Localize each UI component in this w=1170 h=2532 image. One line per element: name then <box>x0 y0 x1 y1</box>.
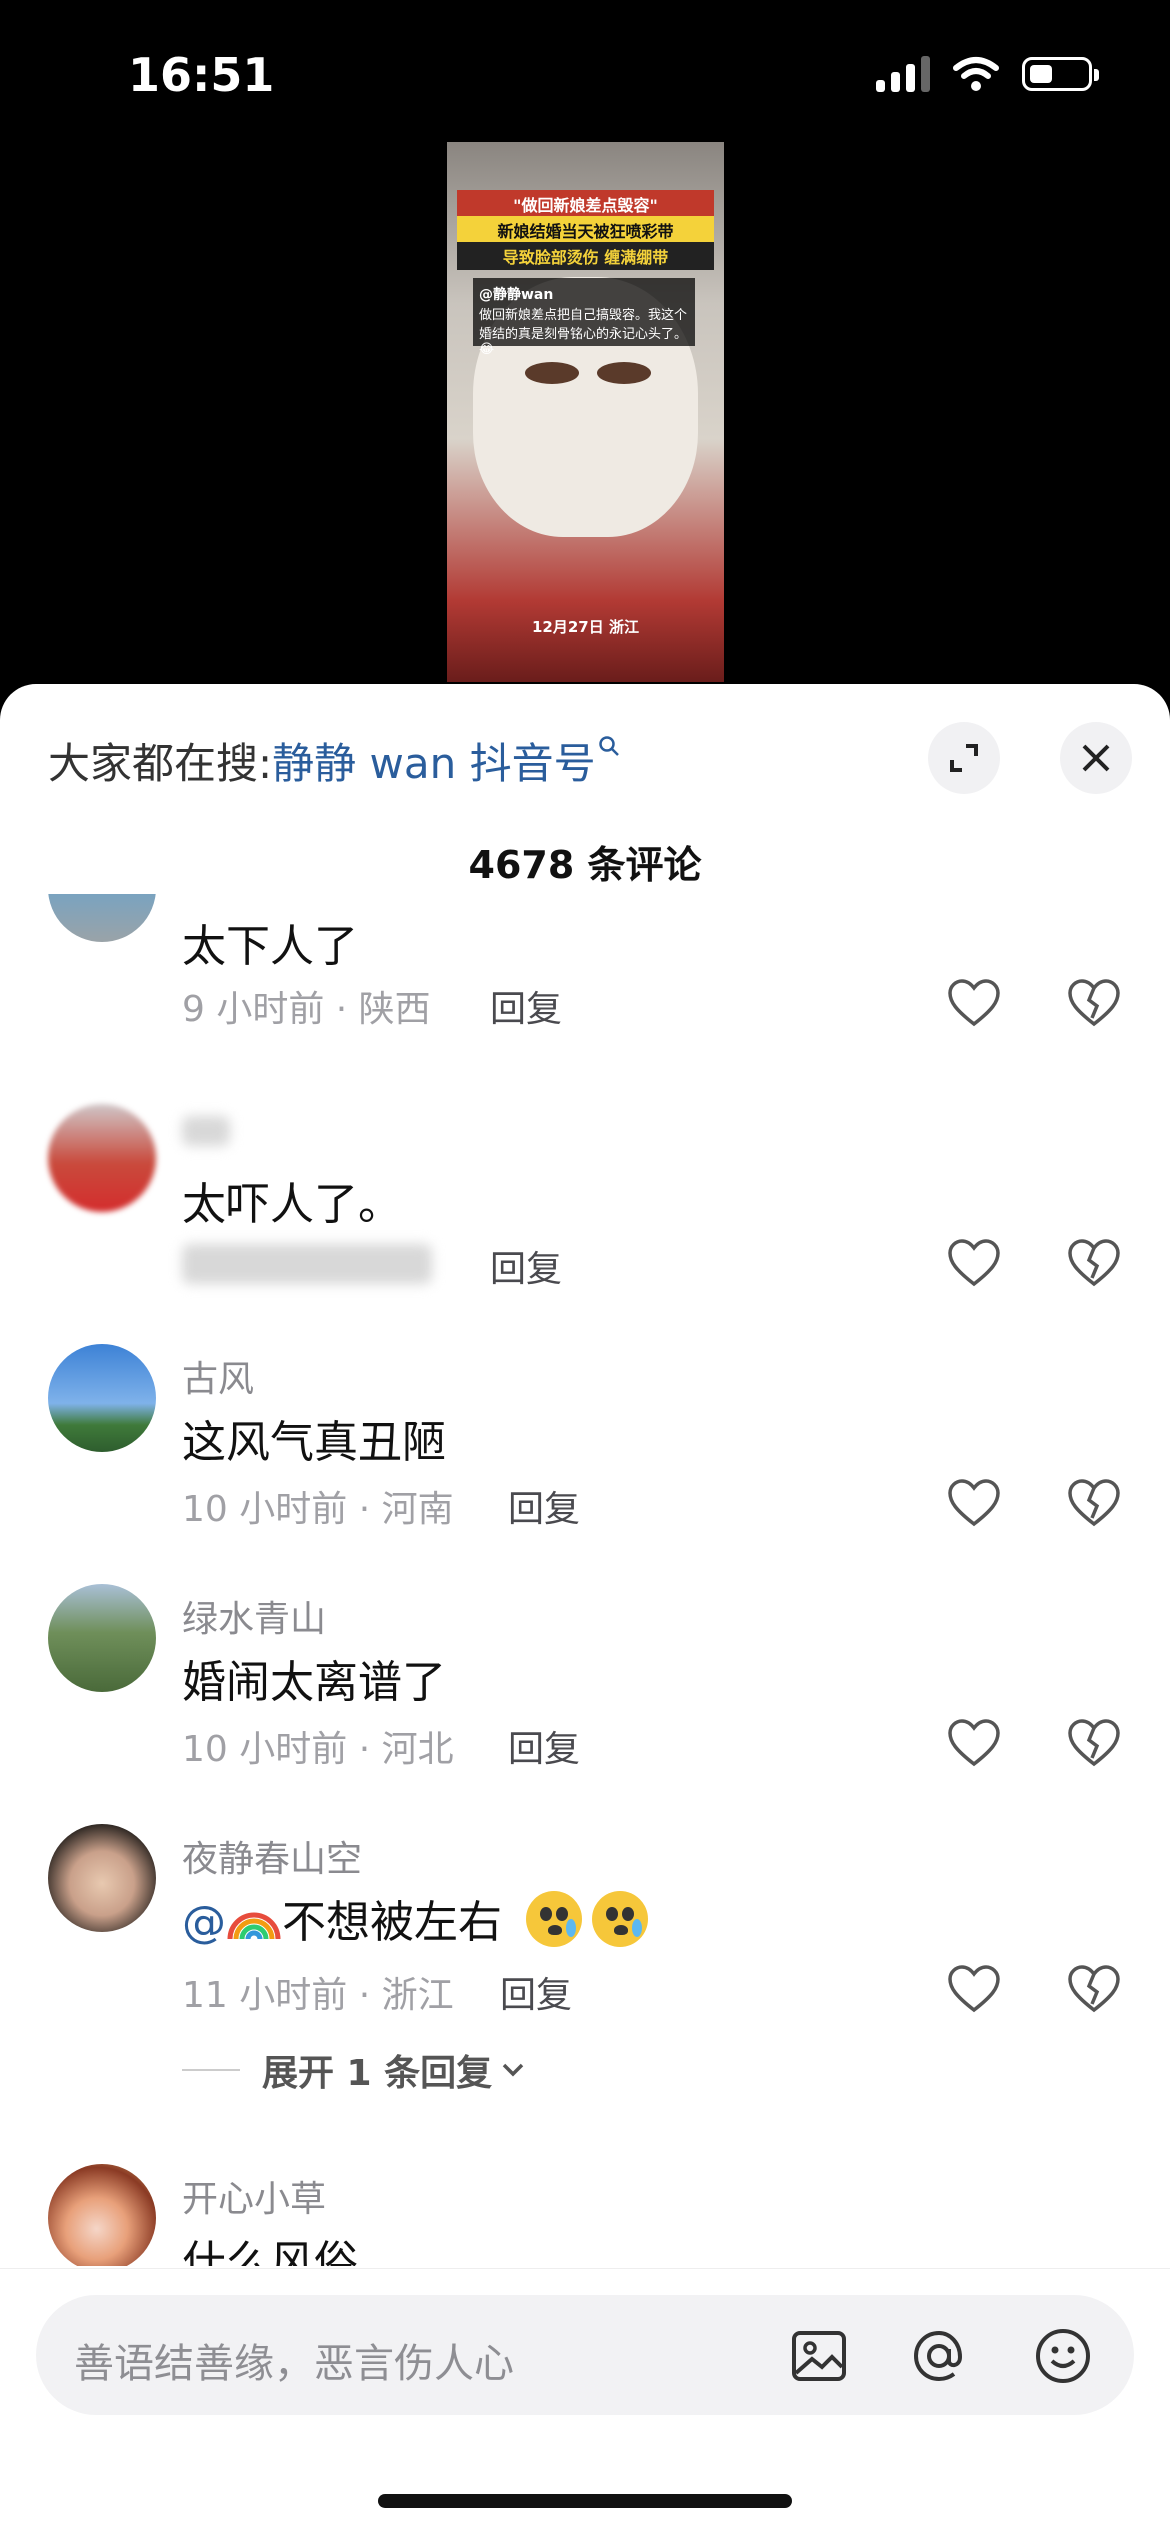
wifi-icon <box>953 57 999 91</box>
video-caption-title: "做回新娘差点毁容" <box>457 190 714 218</box>
comment-text: @ 不想被左右 <box>182 1886 648 1950</box>
reply-button[interactable]: 回复 <box>508 1480 580 1532</box>
battery-icon <box>1022 57 1099 91</box>
broken-heart-icon[interactable] <box>1066 1964 1122 2014</box>
video-player[interactable]: "做回新娘差点毁容" 新娘结婚当天被狂喷彩带 导致脸部烫伤 缠满绷带 @静静wa… <box>447 142 724 682</box>
image-icon[interactable] <box>788 2325 850 2387</box>
username[interactable]: 夜静春山空 <box>182 1830 362 1882</box>
video-post-box: @静静wan 做回新娘差点把自己搞毁容。我这个婚结的真是刻骨铭心的永记心头了。😂 <box>473 278 695 357</box>
comment-time-location: 9 小时前 · 陕西 <box>182 989 431 1030</box>
search-prefix: 大家都在搜: <box>48 739 273 788</box>
heart-icon[interactable] <box>946 978 1002 1028</box>
video-post-user: @静静wan <box>479 287 554 303</box>
close-button[interactable] <box>1060 722 1132 794</box>
comment-sheet: 大家都在搜: 静静 wan 抖音号 4678 条评论 太下人了 9 小时前 · … <box>0 684 1170 2532</box>
username-redacted <box>182 1116 230 1146</box>
comment-time-location: 10 小时前 · 河南 <box>182 1489 454 1530</box>
comment-text: 太吓人了。 <box>182 1179 402 1230</box>
crying-face-emoji <box>526 1891 582 1947</box>
search-link[interactable]: 静静 wan 抖音号 <box>272 730 595 791</box>
comment-text: 婚闹太离谱了 <box>182 1657 446 1708</box>
expand-replies-label[interactable]: 展开 1 条回复 <box>262 2044 492 2096</box>
username[interactable]: 古风 <box>182 1350 254 1402</box>
search-suggestion[interactable]: 大家都在搜: 静静 wan 抖音号 <box>48 730 620 791</box>
broken-heart-icon[interactable] <box>1066 1718 1122 1768</box>
avatar[interactable] <box>48 894 156 942</box>
close-icon <box>1082 744 1110 772</box>
crying-face-emoji <box>592 1891 648 1947</box>
search-icon <box>598 734 620 764</box>
video-date-location: 12月27日 浙江 <box>532 618 639 636</box>
video-caption-line3: 导致脸部烫伤 缠满绷带 <box>457 242 714 270</box>
comment-text: 太下人了 <box>182 921 358 972</box>
video-post-text: 做回新娘差点把自己搞毁容。我这个婚结的真是刻骨铭心的永记心头了。😂 <box>479 308 688 357</box>
emoji-icon[interactable] <box>1032 2325 1094 2387</box>
home-indicator <box>378 2494 792 2508</box>
comment-input-bar: 善语结善缘，恶言伤人心 <box>0 2268 1170 2532</box>
at-icon[interactable] <box>908 2325 970 2387</box>
expand-icon <box>950 744 978 772</box>
status-icons <box>876 56 1099 92</box>
signal-icon <box>876 56 930 92</box>
eye-right <box>597 362 651 384</box>
heart-icon[interactable] <box>946 1238 1002 1288</box>
broken-heart-icon[interactable] <box>1066 1478 1122 1528</box>
heart-icon[interactable] <box>946 1718 1002 1768</box>
comment-text: 什么风俗 <box>182 2237 358 2266</box>
status-time: 16:51 <box>128 48 275 102</box>
rainbow-emoji <box>227 1912 281 1940</box>
username[interactable]: 绿水青山 <box>182 1590 326 1642</box>
comment-count-title: 4678 条评论 <box>468 843 702 887</box>
reply-button[interactable]: 回复 <box>500 1966 572 2018</box>
broken-heart-icon[interactable] <box>1066 978 1122 1028</box>
avatar[interactable] <box>48 1824 156 1932</box>
time-location-redacted <box>182 1244 432 1284</box>
heart-icon[interactable] <box>946 1478 1002 1528</box>
avatar[interactable] <box>48 1584 156 1692</box>
comment-text: 这风气真丑陋 <box>182 1417 446 1468</box>
mention-at[interactable]: @ <box>182 1897 226 1948</box>
broken-heart-icon[interactable] <box>1066 1238 1122 1288</box>
comment-list[interactable]: 太下人了 9 小时前 · 陕西 回复 太吓人了。 回复 古风 这风气真丑陋 10… <box>0 894 1170 2266</box>
comment-time-location: 10 小时前 · 河北 <box>182 1729 454 1770</box>
reply-button[interactable]: 回复 <box>490 1240 562 1292</box>
reply-button[interactable]: 回复 <box>490 980 562 1032</box>
username[interactable]: 开心小草 <box>182 2170 326 2222</box>
avatar[interactable] <box>48 1344 156 1452</box>
expand-button[interactable] <box>928 722 1000 794</box>
avatar[interactable] <box>48 2164 156 2266</box>
comment-text-after: 不想被左右 <box>282 1897 502 1948</box>
chevron-down-icon <box>502 2063 524 2077</box>
reply-button[interactable]: 回复 <box>508 1720 580 1772</box>
video-caption-line2: 新娘结婚当天被狂喷彩带 <box>457 216 714 244</box>
eye-left <box>525 362 579 384</box>
avatar[interactable] <box>48 1104 156 1212</box>
comment-input[interactable]: 善语结善缘，恶言伤人心 <box>36 2295 1134 2415</box>
heart-icon[interactable] <box>946 1964 1002 2014</box>
comment-time-location: 11 小时前 · 浙江 <box>182 1975 454 2016</box>
comment-input-placeholder: 善语结善缘，恶言伤人心 <box>74 2341 514 2387</box>
